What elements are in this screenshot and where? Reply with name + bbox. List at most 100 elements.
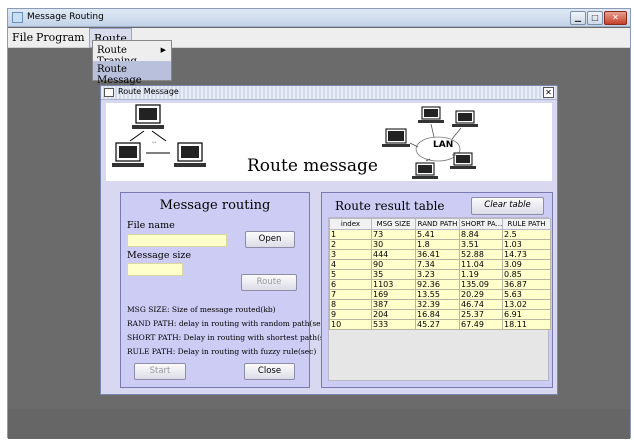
- svg-text:↔: ↔: [152, 140, 156, 146]
- table-cell[interactable]: 444: [371, 249, 416, 260]
- table-row[interactable]: 4 90 7.34 11.04 3.09: [329, 259, 551, 270]
- table-cell[interactable]: 25.37: [459, 309, 503, 320]
- table-cell[interactable]: 35: [371, 269, 416, 280]
- lan-computer-bottom: [412, 162, 438, 179]
- table-cell[interactable]: 36.41: [415, 249, 460, 260]
- table-cell[interactable]: 169: [371, 289, 416, 300]
- open-button[interactable]: Open: [245, 231, 295, 248]
- table-cell[interactable]: 1.19: [459, 269, 503, 280]
- table-cell[interactable]: 7: [329, 289, 372, 300]
- main-window: Message Routing ▁ □ ✕ File Program Route…: [7, 8, 631, 439]
- table-cell[interactable]: 1: [329, 229, 372, 240]
- column-header[interactable]: index: [329, 218, 372, 230]
- table-row[interactable]: 5 35 3.23 1.19 0.85: [329, 269, 551, 280]
- table-cell[interactable]: 1.03: [502, 239, 551, 250]
- table-cell[interactable]: 20.29: [459, 289, 503, 300]
- table-cell[interactable]: 9: [329, 309, 372, 320]
- table-cell[interactable]: 3.51: [459, 239, 503, 250]
- route-button[interactable]: Route: [241, 274, 297, 291]
- menu-program[interactable]: Program: [36, 31, 85, 44]
- table-cell[interactable]: 16.84: [415, 309, 460, 320]
- table-cell[interactable]: 5: [329, 269, 372, 280]
- start-button[interactable]: Start: [134, 363, 186, 380]
- table-cell[interactable]: 5.41: [415, 229, 460, 240]
- menu-item-route-training[interactable]: Route Traning ▶: [93, 42, 171, 67]
- column-header[interactable]: RULE PATH: [502, 218, 551, 230]
- table-body: 1 73 5.41 8.84 2.5 2 30 1.8 3.51 1.03 3 444 36.41 52.…: [329, 229, 551, 330]
- table-cell[interactable]: 36.87: [502, 279, 551, 290]
- dialog-icon: [104, 88, 114, 97]
- table-cell[interactable]: 1.8: [415, 239, 460, 250]
- menu-item-route-message[interactable]: Route Message: [93, 61, 171, 86]
- table-cell[interactable]: 2.5: [502, 229, 551, 240]
- table-row[interactable]: 10 533 45.27 67.49 18.11: [329, 319, 551, 330]
- table-cell[interactable]: 4: [329, 259, 372, 270]
- table-cell[interactable]: 8.84: [459, 229, 503, 240]
- title-bar[interactable]: Message Routing ▁ □ ✕: [8, 9, 630, 27]
- route-menu-dropdown: Route Traning ▶ Route Message: [92, 40, 172, 86]
- table-cell[interactable]: 52.88: [459, 249, 503, 260]
- table-cell[interactable]: 2: [329, 239, 372, 250]
- table-row[interactable]: 7 169 13.55 20.29 5.63: [329, 289, 551, 300]
- table-cell[interactable]: 6.91: [502, 309, 551, 320]
- table-cell[interactable]: 8: [329, 299, 372, 310]
- dialog-title-bar[interactable]: Route Message ✕: [101, 86, 557, 100]
- table-cell[interactable]: 5.63: [502, 289, 551, 300]
- maximize-button[interactable]: □: [587, 11, 603, 25]
- close-window-button[interactable]: ✕: [604, 11, 627, 25]
- table-cell[interactable]: 92.36: [415, 279, 460, 290]
- table-row[interactable]: 2 30 1.8 3.51 1.03: [329, 239, 551, 250]
- table-cell[interactable]: 18.11: [502, 319, 551, 330]
- table-cell[interactable]: 204: [371, 309, 416, 320]
- lan-label: LAN: [433, 140, 454, 150]
- table-cell[interactable]: 45.27: [415, 319, 460, 330]
- table-cell[interactable]: 10: [329, 319, 372, 330]
- table-cell[interactable]: 7.34: [415, 259, 460, 270]
- table-cell[interactable]: 46.74: [459, 299, 503, 310]
- table-cell[interactable]: 3.23: [415, 269, 460, 280]
- table-cell[interactable]: 3.09: [502, 259, 551, 270]
- table-cell[interactable]: 11.04: [459, 259, 503, 270]
- table-row[interactable]: 8 387 32.39 46.74 13.02: [329, 299, 551, 310]
- table-cell[interactable]: 73: [371, 229, 416, 240]
- table-cell[interactable]: 90: [371, 259, 416, 270]
- window-title: Message Routing: [27, 12, 104, 22]
- column-header[interactable]: MSG SIZE: [371, 218, 416, 230]
- legend-short-path: SHORT PATH: Delay in routing with shorte…: [127, 333, 336, 342]
- panel-heading: Message routing: [159, 198, 271, 213]
- table-row[interactable]: 1 73 5.41 8.84 2.5: [329, 229, 551, 240]
- menu-file[interactable]: File: [12, 31, 33, 44]
- column-header[interactable]: SHORT PA...: [459, 218, 503, 230]
- table-cell[interactable]: 135.09: [459, 279, 503, 290]
- table-cell[interactable]: 13.02: [502, 299, 551, 310]
- close-button[interactable]: Close: [244, 363, 295, 380]
- table-row[interactable]: 6 1103 92.36 135.09 36.87: [329, 279, 551, 290]
- message-size-input[interactable]: [127, 263, 183, 276]
- dialog-close-icon[interactable]: ✕: [543, 87, 554, 98]
- file-name-label: File name: [127, 220, 175, 231]
- legend-rand-path: RAND PATH: delay in routing with random …: [127, 319, 328, 328]
- table-cell[interactable]: 1103: [371, 279, 416, 290]
- table-cell[interactable]: 533: [371, 319, 416, 330]
- result-table: index MSG SIZE RAND PATH SHORT PA... RULE PA…: [329, 218, 551, 330]
- minimize-button[interactable]: ▁: [570, 11, 586, 25]
- computer-icon-right: [174, 142, 206, 167]
- table-cell[interactable]: 30: [371, 239, 416, 250]
- table-cell[interactable]: 3: [329, 249, 372, 260]
- lan-computer-left: [382, 128, 410, 147]
- table-cell[interactable]: 0.85: [502, 269, 551, 280]
- table-cell[interactable]: 14.73: [502, 249, 551, 260]
- table-header-row: index MSG SIZE RAND PATH SHORT PA... RULE PA…: [329, 218, 551, 230]
- table-cell[interactable]: 387: [371, 299, 416, 310]
- file-name-input[interactable]: [127, 234, 227, 247]
- table-cell[interactable]: 32.39: [415, 299, 460, 310]
- legend-rule-path: RULE PATH: Delay in routing with fuzzy r…: [127, 347, 317, 356]
- table-cell[interactable]: 6: [329, 279, 372, 290]
- table-row[interactable]: 3 444 36.41 52.88 14.73: [329, 249, 551, 260]
- table-row[interactable]: 9 204 16.84 25.37 6.91: [329, 309, 551, 320]
- column-header[interactable]: RAND PATH: [415, 218, 460, 230]
- result-table-area[interactable]: index MSG SIZE RAND PATH SHORT PA... RULE PA…: [328, 217, 551, 381]
- table-cell[interactable]: 67.49: [459, 319, 503, 330]
- table-cell[interactable]: 13.55: [415, 289, 460, 300]
- clear-table-button[interactable]: Clear table: [471, 197, 544, 215]
